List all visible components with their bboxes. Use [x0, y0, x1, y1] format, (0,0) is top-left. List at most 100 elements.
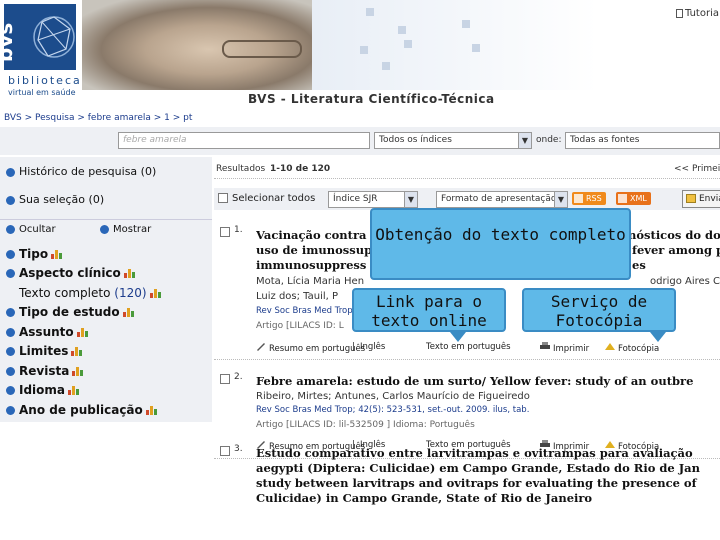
result-title-line: immunosuppress: [256, 258, 367, 272]
separator: |: [352, 342, 355, 352]
facet-assunto[interactable]: Assunto: [6, 325, 89, 339]
facet-revista[interactable]: Revista: [6, 364, 84, 378]
select-all-label[interactable]: Selecionar todos: [232, 193, 315, 204]
envelope-icon: [686, 194, 696, 203]
search-history-item[interactable]: Histórico de pesquisa (0): [6, 165, 156, 178]
facet-texto-completo[interactable]: Texto completo (120): [19, 286, 162, 300]
chart-icon[interactable]: [68, 386, 80, 395]
abstract-pt-label: Resumo em português: [269, 344, 366, 354]
result-source[interactable]: Rev Soc Bras Med Trop; 42(5): 523-531, s…: [256, 404, 720, 417]
facet-tipo-de-estudo[interactable]: Tipo de estudo: [6, 305, 135, 319]
result-divider: [214, 359, 720, 360]
facet-count[interactable]: (120): [114, 286, 146, 300]
chevron-down-icon: ▼: [518, 133, 531, 148]
format-select-value: Formato de apresentação: [441, 194, 557, 204]
bvs-logo[interactable]: bvs biblioteca virtual em saúde: [4, 4, 80, 100]
result-title[interactable]: Estudo comparativo entre larvitrampas e …: [256, 446, 720, 460]
search-input[interactable]: febre amarela: [118, 132, 370, 149]
sort-select-value: Índice SJR: [333, 194, 378, 204]
callout-tail: [650, 332, 666, 342]
logo-mark: bvs: [4, 4, 76, 70]
facet-label: Revista: [19, 364, 70, 378]
header-pattern: [312, 0, 720, 90]
chart-icon[interactable]: [51, 250, 63, 259]
facet-limites[interactable]: Limites: [6, 344, 83, 358]
photocopy-link[interactable]: Fotocópia: [605, 342, 659, 354]
chart-icon[interactable]: [72, 367, 84, 376]
facet-label: Idioma: [19, 383, 66, 397]
bullet-icon: [6, 386, 15, 395]
bullet-icon: [6, 367, 15, 376]
result-checkbox[interactable]: [220, 374, 230, 384]
bullet-icon: [6, 347, 15, 356]
abstract-en-link[interactable]: Inglês: [360, 342, 385, 352]
hide-facets-button[interactable]: Ocultar: [6, 224, 56, 235]
result-title-continued[interactable]: es: [632, 258, 720, 272]
facet-label: Aspecto clínico: [19, 266, 121, 280]
facet-aspecto-clinico[interactable]: Aspecto clínico: [6, 266, 136, 280]
result-title-line: es: [632, 258, 646, 272]
rss-label: RSS: [586, 194, 602, 203]
tutorial-link[interactable]: Tutoria: [676, 8, 719, 19]
bullet-icon: [6, 250, 15, 259]
facet-label: Texto completo: [19, 286, 111, 300]
send-results-label: Enviar r: [699, 194, 720, 204]
chart-icon[interactable]: [76, 328, 89, 337]
chart-icon[interactable]: [149, 289, 162, 298]
print-link[interactable]: Imprimir: [540, 342, 589, 354]
result-title-continued[interactable]: nósticos do do: [628, 228, 720, 242]
send-results-button[interactable]: Enviar r: [682, 190, 720, 208]
source-select-value: Todas as fontes: [570, 135, 640, 145]
fulltext-link[interactable]: Texto em português: [426, 342, 511, 352]
select-all-checkbox[interactable]: [218, 193, 228, 203]
xml-button[interactable]: XML: [616, 192, 651, 205]
result-title-line: fever among p: [632, 243, 720, 257]
source-select[interactable]: Todas as fontes: [565, 132, 720, 149]
abstract-pt-link[interactable]: Resumo em português: [256, 342, 365, 354]
results-divider: [214, 178, 720, 179]
facet-label: Tipo de estudo: [19, 305, 120, 319]
chart-icon[interactable]: [71, 347, 83, 356]
header-photo: [82, 0, 312, 90]
chart-icon[interactable]: [123, 269, 136, 278]
result-actions: Resumo em português | Inglês Texto em po…: [250, 340, 720, 356]
result-title-continued[interactable]: fever among p: [632, 243, 720, 257]
bullet-icon: [6, 224, 15, 234]
rss-icon: [574, 194, 583, 203]
first-page-link[interactable]: << Primeira: [674, 164, 720, 174]
result-title[interactable]: aegypti (Diptera: Culicidae) em Campo Gr…: [256, 461, 720, 475]
sort-select[interactable]: Índice SJR ▼: [328, 191, 418, 208]
document-icon: [676, 8, 683, 18]
bullet-icon: [6, 167, 15, 177]
breadcrumb[interactable]: BVS > Pesquisa > febre amarela > 1 > pt: [4, 113, 192, 123]
facet-label: Tipo: [19, 247, 49, 261]
result-authors-continued: odrigo Aires Co: [650, 276, 720, 287]
show-facets-button[interactable]: Mostrar: [100, 224, 151, 235]
format-select[interactable]: Formato de apresentação ▼: [436, 191, 568, 208]
result-title[interactable]: Febre amarela: estudo de um surto/ Yello…: [256, 374, 720, 388]
result-title[interactable]: study between larvitraps and ovitraps fo…: [256, 476, 720, 490]
results-toolbar: Selecionar todos Índice SJR ▼ Formato de…: [214, 188, 720, 210]
result-title-line: Vacinação contra: [256, 228, 367, 242]
result-checkbox[interactable]: [220, 227, 230, 237]
xml-label: XML: [630, 194, 647, 203]
callout-photocopy-service: Serviço de Fotocópia: [522, 288, 676, 332]
index-select[interactable]: Todos os índices ▼: [374, 132, 532, 149]
chart-icon[interactable]: [122, 308, 135, 317]
results-range: 1-10 de 120: [270, 164, 331, 174]
logo-text-line2: virtual em saúde: [8, 88, 76, 97]
result-title[interactable]: Culicidae) in Campo Grande, State of Rio…: [256, 491, 720, 505]
chart-icon[interactable]: [145, 406, 158, 415]
facet-label: Limites: [19, 344, 69, 358]
result-title-line: nósticos do do: [628, 228, 720, 242]
facet-tipo[interactable]: Tipo: [6, 247, 63, 261]
result-title-line: uso de imunossup: [256, 243, 373, 257]
result-checkbox[interactable]: [220, 446, 230, 456]
facet-ano-de-publicacao[interactable]: Ano de publicação: [6, 403, 158, 417]
logo-mark-text: bvs: [4, 23, 17, 62]
facet-idioma[interactable]: Idioma: [6, 383, 80, 397]
rss-button[interactable]: RSS: [572, 192, 606, 205]
search-history-label: Histórico de pesquisa: [19, 165, 138, 178]
your-selection-item[interactable]: Sua seleção (0): [6, 193, 104, 206]
bullet-icon: [100, 224, 109, 234]
